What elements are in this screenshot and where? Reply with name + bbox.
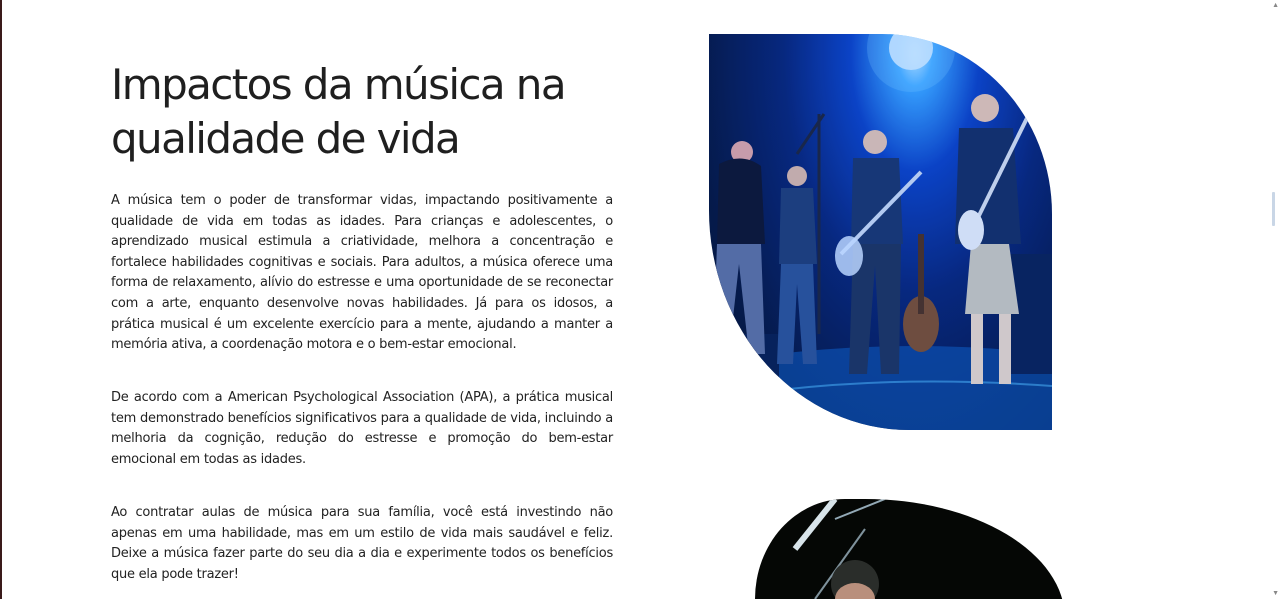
scroll-down-arrow-icon[interactable]: ▼ bbox=[1272, 590, 1279, 597]
musician-photo bbox=[755, 499, 1065, 599]
page-scrollbar[interactable]: ▲ ▼ bbox=[1270, 0, 1280, 599]
paragraph-intro: A música tem o poder de transformar vida… bbox=[111, 193, 613, 353]
section-title: Impactos da música na qualidade de vida bbox=[111, 60, 567, 163]
scroll-up-arrow-icon[interactable]: ▲ bbox=[1272, 2, 1279, 9]
band-illustration bbox=[709, 34, 1052, 430]
window-left-edge bbox=[0, 0, 2, 599]
musician-illustration bbox=[792, 499, 886, 599]
music-impact-section: Impactos da música na qualidade de vida … bbox=[111, 58, 613, 582]
band-on-stage-photo bbox=[709, 34, 1052, 430]
paragraph-call-to-action: Ao contratar aulas de música para sua fa… bbox=[111, 505, 613, 582]
scroll-thumb[interactable] bbox=[1272, 192, 1275, 226]
paragraph-apa: De acordo com a American Psychological A… bbox=[111, 390, 613, 467]
